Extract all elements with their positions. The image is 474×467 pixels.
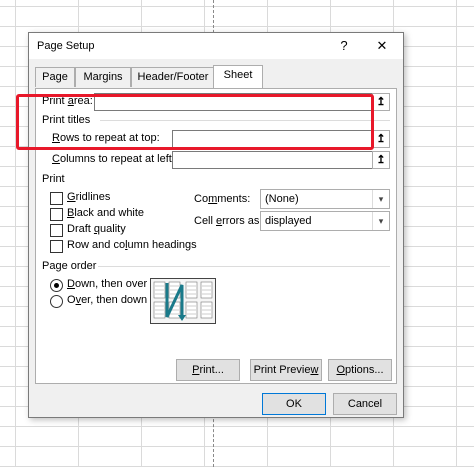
gridlines-checkbox[interactable]: [50, 192, 63, 205]
help-button[interactable]: ?: [332, 37, 356, 55]
row-column-headings-label: Row and column headings: [67, 239, 197, 251]
over-then-down-label: Over, then down: [67, 294, 148, 306]
cell-errors-label: Cell errors as:: [194, 215, 263, 227]
comments-select[interactable]: (None) ▾: [260, 189, 390, 209]
down-then-over-radio[interactable]: [50, 279, 63, 292]
collapse-icon: ↥: [376, 96, 386, 108]
gridlines-label: Gridlines: [67, 191, 111, 203]
print-area-collapse-button[interactable]: ↥: [372, 93, 390, 111]
options-button[interactable]: Options...: [328, 359, 392, 381]
page-setup-dialog: Page Setup ? ✕ Page Margins Header/Foote…: [28, 32, 404, 418]
dialog-titlebar: Page Setup ? ✕: [29, 33, 403, 59]
print-button[interactable]: Print...: [176, 359, 240, 381]
tab-sheet[interactable]: Sheet: [213, 65, 263, 88]
columns-repeat-label: Columns to repeat at left:: [52, 153, 175, 165]
black-and-white-label: Black and white: [67, 207, 145, 219]
print-heading: Print: [42, 173, 65, 185]
columns-repeat-collapse-button[interactable]: ↥: [372, 151, 390, 169]
comments-value: (None): [265, 193, 299, 205]
cell-errors-select[interactable]: displayed ▾: [260, 211, 390, 231]
divider: [98, 266, 390, 267]
row-column-headings-checkbox[interactable]: [50, 240, 63, 253]
chevron-down-icon: ▾: [372, 190, 389, 208]
page-order-diagram-icon: [153, 281, 213, 321]
tab-header-footer[interactable]: Header/Footer: [131, 67, 215, 87]
draft-quality-label: Draft quality: [67, 223, 126, 235]
comments-label: Comments:: [194, 193, 251, 205]
chevron-down-icon: ▾: [372, 212, 389, 230]
highlight-box: [16, 94, 374, 150]
close-button[interactable]: ✕: [370, 37, 394, 55]
page-order-heading: Page order: [42, 260, 97, 272]
black-and-white-checkbox[interactable]: [50, 208, 63, 221]
dialog-title: Page Setup: [37, 40, 95, 52]
ok-button[interactable]: OK: [262, 393, 326, 415]
tab-page[interactable]: Page: [35, 67, 75, 87]
collapse-icon: ↥: [376, 154, 386, 166]
columns-repeat-input[interactable]: [172, 151, 374, 169]
cell-errors-value: displayed: [265, 215, 312, 227]
draft-quality-checkbox[interactable]: [50, 224, 63, 237]
rows-repeat-collapse-button[interactable]: ↥: [372, 130, 390, 148]
cancel-button[interactable]: Cancel: [333, 393, 397, 415]
collapse-icon: ↥: [376, 133, 386, 145]
page-order-preview-image: [150, 278, 216, 324]
down-then-over-label: Down, then over: [67, 278, 148, 290]
over-then-down-radio[interactable]: [50, 295, 63, 308]
tab-margins[interactable]: Margins: [75, 67, 131, 87]
print-preview-button[interactable]: Print Preview: [250, 359, 322, 381]
